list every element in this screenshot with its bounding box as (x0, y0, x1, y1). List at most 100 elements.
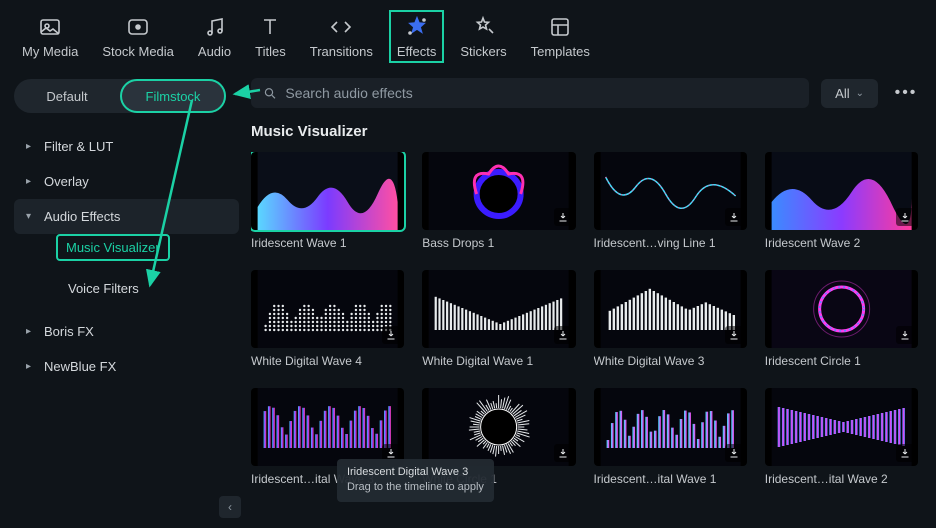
download-icon[interactable] (896, 326, 914, 344)
effect-thumbnail[interactable] (251, 152, 404, 230)
sidebar: Default Filmstock ▸ Filter & LUT ▸ Overlay… (0, 67, 247, 528)
tab-stickers[interactable]: Stickers (452, 10, 514, 63)
effect-card[interactable]: White Circle 1 (422, 388, 575, 486)
effect-thumbnail[interactable] (594, 152, 747, 230)
tree-newblue-fx[interactable]: ▸NewBlue FX (14, 349, 239, 384)
tab-audio[interactable]: Audio (190, 10, 239, 63)
effect-card[interactable]: Bass Drops 1 (422, 152, 575, 250)
effect-label: Iridescent…ving Line 1 (594, 236, 747, 250)
download-icon[interactable] (896, 208, 914, 226)
effect-thumbnail[interactable] (594, 388, 747, 466)
effects-grid: Iridescent Wave 1 Bass Drops 1 Iridescent…… (251, 152, 922, 496)
effect-label: White Digital Wave 4 (251, 354, 404, 368)
tab-label: My Media (22, 44, 78, 59)
stickers-icon (470, 14, 496, 40)
tab-templates[interactable]: Templates (523, 10, 598, 63)
effect-label: White Digital Wave 3 (594, 354, 747, 368)
effect-thumbnail[interactable] (765, 388, 918, 466)
tree-audio-effects[interactable]: ▾ Audio Effects (14, 199, 239, 234)
top-tabs: My Media Stock Media Audio Titles Transi… (0, 0, 936, 67)
effect-label: Iridescent…ital Wave 2 (765, 472, 918, 486)
effect-thumbnail[interactable] (422, 270, 575, 348)
effect-thumbnail[interactable] (251, 270, 404, 348)
ellipsis-icon: ••• (895, 84, 918, 102)
segment-default[interactable]: Default (14, 79, 120, 113)
chevron-down-icon: ▾ (26, 211, 34, 222)
effect-card[interactable]: White Digital Wave 1 (422, 270, 575, 368)
tab-my-media[interactable]: My Media (14, 10, 86, 63)
effect-thumbnail[interactable] (251, 388, 404, 466)
tree-label: Boris FX (44, 324, 94, 339)
effect-label: Iridescent Wave 1 (251, 236, 404, 250)
download-icon[interactable] (554, 208, 572, 226)
segment-filmstock[interactable]: Filmstock (120, 79, 226, 113)
effect-card[interactable]: White Digital Wave 4 (251, 270, 404, 368)
tab-label: Titles (255, 44, 286, 59)
tree-label: Audio Effects (44, 209, 120, 224)
effect-label: Iridescent…ital Wave 1 (594, 472, 747, 486)
transitions-icon (328, 14, 354, 40)
tab-stock-media[interactable]: Stock Media (94, 10, 182, 63)
effect-card[interactable]: Iridescent…ital Wave 3 (251, 388, 404, 486)
effect-thumbnail[interactable] (765, 152, 918, 230)
tree-label: Overlay (44, 174, 89, 189)
tab-titles[interactable]: Titles (247, 10, 294, 63)
effect-thumbnail[interactable] (765, 270, 918, 348)
effect-label: Iridescent…ital Wave 3 (251, 472, 404, 486)
effect-card[interactable]: Iridescent…ital Wave 1 (594, 388, 747, 486)
my-media-icon (37, 14, 63, 40)
effect-thumbnail[interactable] (594, 270, 747, 348)
tab-label: Effects (397, 44, 437, 59)
tree-boris-fx[interactable]: ▸ Boris FX (14, 314, 239, 349)
tab-label: Stickers (460, 44, 506, 59)
search-icon (263, 86, 277, 101)
audio-icon (202, 14, 228, 40)
tab-label: Templates (531, 44, 590, 59)
effect-label: White Digital Wave 1 (422, 354, 575, 368)
effect-card[interactable]: Iridescent…ving Line 1 (594, 152, 747, 250)
templates-icon (547, 14, 573, 40)
download-icon[interactable] (896, 444, 914, 462)
tab-label: Stock Media (102, 44, 174, 59)
more-menu-button[interactable]: ••• (890, 77, 922, 109)
effect-card[interactable]: White Digital Wave 3 (594, 270, 747, 368)
effect-label: Bass Drops 1 (422, 236, 575, 250)
tree-music-visualizer[interactable]: Music Visualizer (56, 234, 170, 261)
chevron-right-icon: ▸ (26, 176, 34, 187)
effect-thumbnail[interactable] (422, 152, 575, 230)
effect-card[interactable]: Iridescent Circle 1 (765, 270, 918, 368)
filter-dropdown[interactable]: All⌄ (821, 79, 878, 108)
download-icon[interactable] (554, 444, 572, 462)
chevron-right-icon: ▸ (26, 326, 34, 337)
tab-transitions[interactable]: Transitions (302, 10, 381, 63)
titles-icon (257, 14, 283, 40)
section-title: Music Visualizer (251, 123, 922, 140)
filter-label: All (835, 86, 849, 101)
download-icon[interactable] (554, 326, 572, 344)
tab-label: Audio (198, 44, 231, 59)
tree-label: NewBlue FX (44, 359, 116, 374)
effect-label: White Circle 1 (422, 472, 575, 486)
effect-card[interactable]: Iridescent…ital Wave 2 (765, 388, 918, 486)
effects-icon (404, 14, 430, 40)
tree-filter-lut[interactable]: ▸ Filter & LUT (14, 129, 239, 164)
tab-effects[interactable]: Effects (389, 10, 445, 63)
tree-overlay[interactable]: ▸ Overlay (14, 164, 239, 199)
download-icon[interactable] (382, 444, 400, 462)
effect-card[interactable]: Iridescent Wave 2 (765, 152, 918, 250)
tree-voice-filters[interactable]: Voice Filters (56, 271, 239, 306)
download-icon[interactable] (725, 208, 743, 226)
collapse-sidebar-button[interactable]: ‹ (219, 496, 241, 518)
chevron-left-icon: ‹ (228, 500, 232, 514)
effect-card[interactable]: Iridescent Wave 1 (251, 152, 404, 250)
effect-label: Iridescent Wave 2 (765, 236, 918, 250)
search-box[interactable] (251, 78, 809, 108)
search-input[interactable] (285, 85, 797, 101)
download-icon[interactable] (725, 444, 743, 462)
tree-label: Filter & LUT (44, 139, 113, 154)
download-icon[interactable] (725, 326, 743, 344)
chevron-right-icon: ▸ (26, 141, 34, 152)
download-icon[interactable] (382, 326, 400, 344)
effect-thumbnail[interactable] (422, 388, 575, 466)
category-tree: ▸ Filter & LUT ▸ Overlay ▾ Audio Effects Mu… (14, 129, 239, 384)
